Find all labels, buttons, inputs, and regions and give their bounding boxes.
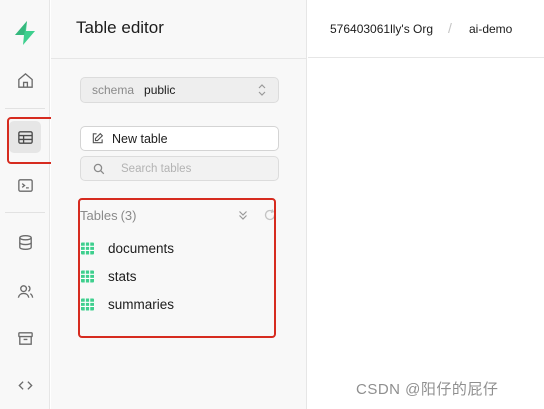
- watermark-text: CSDN @阳仔的屁仔: [356, 381, 499, 398]
- rail-divider: [5, 108, 45, 109]
- supabase-logo-icon[interactable]: [11, 19, 39, 47]
- breadcrumb-project[interactable]: ai-demo: [469, 22, 512, 36]
- archive-icon: [17, 331, 33, 345]
- terminal-icon: [17, 178, 33, 192]
- users-icon: [17, 284, 33, 298]
- search-tables-field[interactable]: [80, 156, 279, 181]
- table-grid-icon: [81, 298, 94, 310]
- new-table-label: New table: [112, 131, 168, 146]
- icon-rail: [0, 0, 50, 409]
- table-editor-panel: Table editor schema public New table Tab…: [51, 0, 307, 409]
- search-icon: [93, 163, 105, 174]
- collapse-all-icon[interactable]: [237, 208, 249, 222]
- code-icon: [17, 380, 33, 390]
- schema-select[interactable]: schema public: [80, 77, 279, 103]
- schema-value: public: [144, 83, 176, 97]
- new-table-button[interactable]: New table: [80, 126, 279, 151]
- rail-table-editor-button[interactable]: [9, 121, 41, 153]
- schema-label: schema: [92, 83, 135, 97]
- tables-count: (3): [120, 208, 137, 223]
- refresh-icon[interactable]: [263, 208, 277, 222]
- tables-heading-label: Tables: [80, 208, 118, 223]
- panel-title: Table editor: [76, 18, 164, 37]
- rail-authentication-button[interactable]: [9, 275, 41, 307]
- rail-divider: [5, 212, 45, 213]
- table-name: summaries: [108, 296, 175, 312]
- rail-sql-editor-button[interactable]: [9, 169, 41, 201]
- home-icon: [17, 72, 33, 88]
- tables-heading: Tables (3): [80, 208, 136, 223]
- table-list-item[interactable]: summaries: [80, 294, 174, 314]
- table-grid-icon: [81, 242, 94, 254]
- breadcrumb-org[interactable]: 576403061lly's Org: [330, 22, 433, 36]
- table-list-item[interactable]: documents: [80, 238, 174, 258]
- table-name: stats: [108, 268, 137, 284]
- table-list-item[interactable]: stats: [80, 266, 137, 286]
- rail-database-button[interactable]: [9, 226, 41, 258]
- panel-divider: [51, 58, 307, 59]
- chevron-up-down-icon: [258, 84, 266, 96]
- database-icon: [18, 234, 32, 250]
- table-name: documents: [108, 240, 175, 256]
- table-grid-icon: [81, 270, 94, 282]
- breadcrumb-separator: /: [448, 20, 452, 36]
- edit-icon: [92, 132, 104, 144]
- rail-storage-button[interactable]: [9, 322, 41, 354]
- search-tables-input[interactable]: [121, 162, 271, 175]
- rail-home-button[interactable]: [9, 64, 41, 96]
- rail-api-docs-button[interactable]: [9, 369, 41, 401]
- table-icon: [17, 130, 33, 144]
- top-bar: 576403061lly's Org / ai-demo: [308, 0, 544, 58]
